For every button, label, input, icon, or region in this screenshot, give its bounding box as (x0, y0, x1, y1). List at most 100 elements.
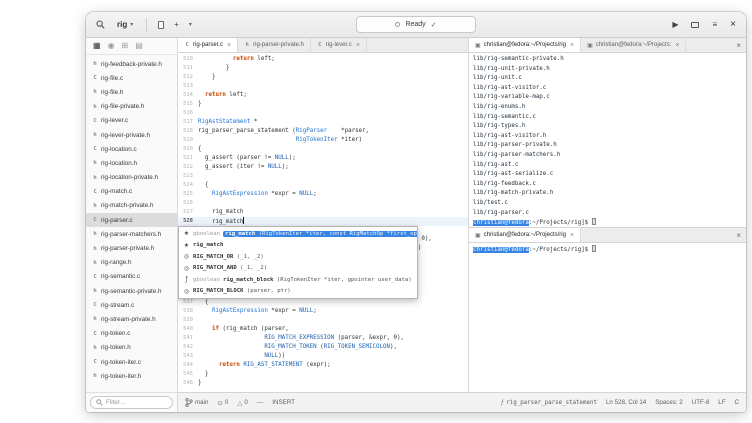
notifications-indicator[interactable]: — (257, 399, 264, 406)
encoding-setting[interactable]: UTF-8 (692, 399, 710, 406)
code-line[interactable]: 542 RIG_MATCH_TOKEN (RIG_TOKEN_SEMICOLON… (178, 343, 468, 352)
file-tree-item[interactable]: h rig-feedback-private.h (86, 57, 177, 71)
tests-icon[interactable]: ⊞ (122, 42, 129, 50)
file-tree-item[interactable]: h rig-semantic-private.h (86, 284, 177, 298)
completion-item[interactable]: ★ gboolean rig_match (RigTokenIter *iter,… (179, 228, 417, 240)
documentation-icon[interactable]: ▤ (135, 42, 143, 50)
code-line[interactable]: 545 } (178, 370, 468, 379)
code-line[interactable]: 528 rig_match (178, 217, 468, 226)
code-line[interactable]: 541 RIG_MATCH_EXPRESSION (parser, &expr,… (178, 334, 468, 343)
code-line[interactable]: 519 RigTokenIter *iter) (178, 136, 468, 145)
completion-item[interactable]: ★ rig_match (179, 240, 417, 252)
file-tree-item[interactable]: Crig-location.c (86, 142, 177, 156)
tab-close-icon[interactable]: × (570, 42, 574, 49)
file-tree-item[interactable]: h rig-file-private.h (86, 100, 177, 114)
filter-input[interactable]: Filter… (90, 396, 173, 409)
code-editor[interactable]: 510 return left; 511 } 512 } 513 514 return … (178, 53, 468, 392)
editor-tab-rig-parser.c[interactable]: Crig-parser.c × (178, 38, 239, 52)
code-line[interactable]: 527 rig_match (178, 208, 468, 217)
completion-item[interactable]: ◎ RIG_MATCH_OR (_1, _2) (179, 251, 417, 263)
tab-close-icon[interactable]: × (356, 42, 360, 49)
code-line[interactable]: 516 (178, 109, 468, 118)
code-line[interactable]: 523 (178, 172, 468, 181)
cursor-position[interactable]: Ln 528, Col 14 (606, 399, 646, 406)
code-line[interactable]: 514 return left; (178, 91, 468, 100)
window-close-button[interactable]: × (727, 19, 739, 30)
file-tree-item[interactable]: h rig-range.h (86, 256, 177, 270)
line-number: 513 (183, 83, 193, 89)
completion-item[interactable]: ◎ RIG_MATCH_BLOCK (parser, ptr) (179, 286, 417, 298)
code-line[interactable]: 540 if (rig_match (parser, (178, 325, 468, 334)
editor-tab-rig-lever.c[interactable]: Crig-lever.c × (311, 38, 367, 52)
file-tree-item[interactable]: h rig-match-private.h (86, 199, 177, 213)
terminal-tab-bottom[interactable]: ▣ christian@fedora:~/Projects/rig × (469, 228, 582, 242)
completion-item[interactable]: ƒ gboolean rig_match_block (RigTokenIter … (179, 274, 417, 286)
code-line[interactable]: 525 RigAstExpression *expr = NULL; (178, 190, 468, 199)
code-line[interactable]: 520 { (178, 145, 468, 154)
panel-close-button[interactable]: × (731, 38, 746, 52)
code-line[interactable]: 522 g_assert (iter != NULL); (178, 163, 468, 172)
global-search-button[interactable] (93, 18, 108, 31)
terminal-bottom[interactable]: christian@fedora:~/Projects/rig]$ (469, 243, 746, 392)
code-line[interactable]: 537 { (178, 298, 468, 307)
file-tree-item[interactable]: Crig-token-iter.c (86, 355, 177, 369)
code-line[interactable]: 511 } (178, 64, 468, 73)
file-tree-item[interactable]: h rig-location.h (86, 156, 177, 170)
code-line[interactable]: 524 { (178, 181, 468, 190)
file-tree-item[interactable]: Crig-file.c (86, 71, 177, 85)
current-symbol[interactable]: ƒ rig_parser_parse_statement (501, 399, 597, 406)
code-line[interactable]: 544 return RIG_AST_STATEMENT (expr); (178, 361, 468, 370)
run-button[interactable]: ▶ (669, 19, 681, 31)
branch-indicator[interactable]: main (185, 398, 208, 407)
error-count[interactable]: ⊙ 0 (217, 399, 228, 407)
terminal-top[interactable]: lib/rig-semantic-private.h lib/rig-unit-… (469, 53, 746, 227)
menu-button[interactable]: ≡ (709, 19, 720, 31)
file-tree-item[interactable]: Crig-stream.c (86, 298, 177, 312)
code-line[interactable]: 510 return left; (178, 55, 468, 64)
code-line[interactable]: 543 NULL)) (178, 352, 468, 361)
terminal-tab[interactable]: ▣ christian@fedora:~/Projects: × (581, 38, 687, 52)
completion-item[interactable]: ◎ RIG_MATCH_AND (_1, _2) (179, 263, 417, 275)
code-line[interactable]: 538 RigAstExpression *expr = NULL; (178, 307, 468, 316)
omnibar[interactable]: Ready ✓ (356, 16, 476, 33)
language-setting[interactable]: C (735, 399, 739, 406)
file-tree-item[interactable]: Crig-match.c (86, 185, 177, 199)
line-ending-setting[interactable]: LF (718, 399, 725, 406)
tab-close-icon[interactable]: × (675, 42, 679, 49)
project-tree-icon[interactable]: ▦ (93, 42, 101, 50)
project-menu-button[interactable]: rig ▾ (112, 18, 138, 31)
file-tree-item[interactable]: h rig-token-iter.h (86, 369, 177, 383)
file-tree-item[interactable]: h rig-parser-private.h (86, 241, 177, 255)
file-tree-item[interactable]: h rig-location-private.h (86, 171, 177, 185)
code-line[interactable]: 515} (178, 100, 468, 109)
file-tree-item[interactable]: h rig-parser-matchers.h (86, 227, 177, 241)
open-dropdown-button[interactable]: ▾ (186, 20, 195, 30)
editor-tab-rig-parser-private.h[interactable]: h rig-parser-private.h (238, 38, 311, 52)
device-button[interactable] (688, 20, 702, 30)
tab-close-icon[interactable]: × (570, 232, 574, 239)
code-line[interactable]: 512 } (178, 73, 468, 82)
file-tree-item[interactable]: Crig-semantic.c (86, 270, 177, 284)
file-tree-item[interactable]: h rig-token.h (86, 341, 177, 355)
code-line[interactable]: 518 rig_parser_parse_statement (RigParser… (178, 127, 468, 136)
file-tree-item[interactable]: h rig-stream-private.h (86, 312, 177, 326)
new-document-button[interactable] (155, 19, 167, 31)
code-line[interactable]: 521 g_assert (parser != NULL); (178, 154, 468, 163)
code-line[interactable]: 546} (178, 379, 468, 388)
code-line[interactable]: 513 (178, 82, 468, 91)
file-tree-item[interactable]: Crig-lever.c (86, 114, 177, 128)
indentation-setting[interactable]: Spaces: 2 (655, 399, 683, 406)
file-tree-item[interactable]: h rig-lever-private.h (86, 128, 177, 142)
panel-close-button[interactable]: × (731, 228, 746, 242)
symbols-icon[interactable]: ◉ (108, 42, 115, 50)
terminal-tab[interactable]: ▣ christian@fedora:~/Projects/rig × (469, 38, 582, 52)
code-line[interactable]: 517 RigAstStatement * (178, 118, 468, 127)
warning-count[interactable]: △ 0 (237, 399, 247, 407)
file-tree-item[interactable]: Crig-token.c (86, 327, 177, 341)
code-line[interactable]: 526 (178, 199, 468, 208)
new-tab-button[interactable]: + (171, 19, 182, 31)
file-tree-item[interactable]: h rig-file.h (86, 85, 177, 99)
code-line[interactable]: 539 (178, 316, 468, 325)
file-tree-item[interactable]: Crig-parser.c (86, 213, 177, 228)
tab-close-icon[interactable]: × (227, 42, 231, 49)
